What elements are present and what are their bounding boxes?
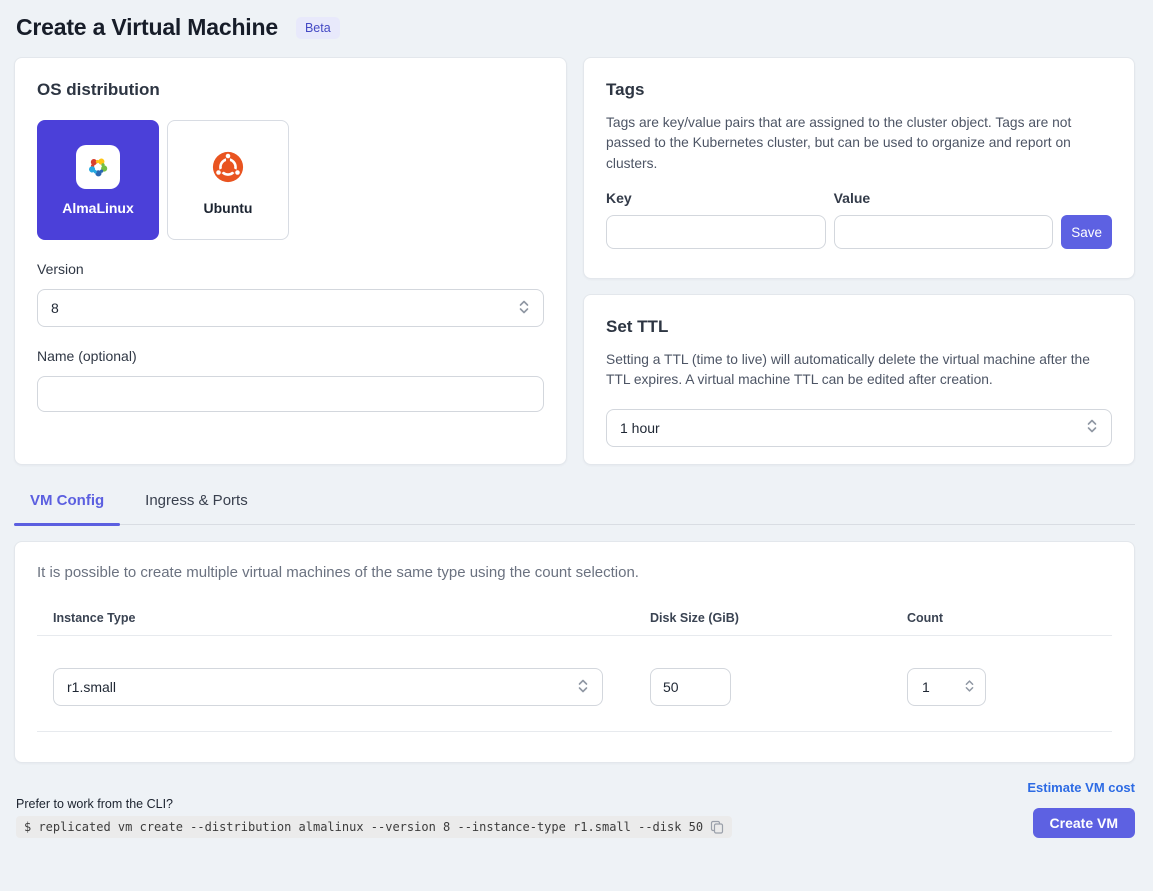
table-header-divider: [37, 635, 1112, 636]
tags-card: Tags Tags are key/value pairs that are a…: [583, 57, 1135, 279]
tags-input-row: Key Value Save: [606, 190, 1112, 249]
chevron-updown-icon: [577, 677, 589, 698]
version-label: Version: [37, 261, 544, 277]
os-tile-label: Ubuntu: [204, 200, 253, 216]
table-bottom-divider: [37, 731, 1112, 732]
top-cards-grid: OS distribution AlmaLinux: [14, 57, 1135, 465]
chevron-updown-icon: [518, 298, 530, 319]
tag-value-label: Value: [834, 190, 1054, 206]
version-select[interactable]: 8: [37, 289, 544, 327]
cli-command-text: $ replicated vm create --distribution al…: [24, 820, 703, 834]
disk-size-input[interactable]: [650, 668, 731, 706]
instance-type-select[interactable]: r1.small: [53, 668, 603, 706]
ttl-select-value: 1 hour: [620, 420, 660, 436]
chevron-updown-icon: [964, 678, 975, 697]
tags-card-title: Tags: [606, 80, 1112, 100]
config-tabs: VM Config Ingress & Ports: [14, 492, 1135, 525]
save-tag-button[interactable]: Save: [1061, 215, 1112, 249]
ttl-select[interactable]: 1 hour: [606, 409, 1112, 447]
os-card-title: OS distribution: [37, 80, 544, 100]
cli-section: Prefer to work from the CLI? $ replicate…: [16, 780, 732, 838]
column-header-instance-type: Instance Type: [37, 611, 634, 625]
os-tiles: AlmaLinux: [37, 120, 544, 240]
os-tile-label: AlmaLinux: [62, 200, 134, 216]
version-select-value: 8: [51, 300, 59, 316]
os-tile-ubuntu[interactable]: Ubuntu: [167, 120, 289, 240]
column-header-disk-size: Disk Size (GiB): [634, 611, 891, 625]
chevron-updown-icon: [1086, 417, 1098, 438]
tag-key-field-group: Key: [606, 190, 826, 249]
almalinux-logo-icon: [76, 145, 120, 189]
ubuntu-logo-icon: [212, 145, 244, 189]
page-footer: Prefer to work from the CLI? $ replicate…: [14, 780, 1135, 838]
name-label: Name (optional): [37, 348, 544, 364]
count-value: 1: [922, 679, 930, 695]
cli-command-pill: $ replicated vm create --distribution al…: [16, 816, 732, 838]
tab-vm-config[interactable]: VM Config: [14, 492, 120, 524]
disk-size-cell: [634, 668, 891, 706]
os-tile-almalinux[interactable]: AlmaLinux: [37, 120, 159, 240]
count-cell: 1: [891, 668, 1112, 706]
set-ttl-card: Set TTL Setting a TTL (time to live) wil…: [583, 294, 1135, 465]
page-title: Create a Virtual Machine: [16, 14, 278, 41]
vm-config-note: It is possible to create multiple virtua…: [37, 564, 1112, 581]
ttl-card-title: Set TTL: [606, 317, 1112, 337]
beta-badge: Beta: [296, 17, 340, 39]
tag-key-label: Key: [606, 190, 826, 206]
page-header: Create a Virtual Machine Beta: [14, 14, 1135, 41]
tags-card-description: Tags are key/value pairs that are assign…: [606, 113, 1112, 174]
cli-prompt-text: Prefer to work from the CLI?: [16, 797, 732, 811]
vm-config-card: It is possible to create multiple virtua…: [14, 541, 1135, 763]
name-input[interactable]: [37, 376, 544, 412]
tag-key-input[interactable]: [606, 215, 826, 249]
copy-icon[interactable]: [710, 820, 724, 834]
tag-value-input[interactable]: [834, 215, 1054, 249]
right-column: Tags Tags are key/value pairs that are a…: [583, 57, 1135, 465]
instance-type-cell: r1.small: [37, 668, 634, 706]
os-distribution-card: OS distribution AlmaLinux: [14, 57, 567, 465]
ttl-card-description: Setting a TTL (time to live) will automa…: [606, 350, 1112, 391]
vm-table-row: r1.small 1: [37, 668, 1112, 706]
create-vm-button[interactable]: Create VM: [1033, 808, 1135, 838]
tag-value-field-group: Value: [834, 190, 1054, 249]
column-header-count: Count: [891, 611, 1112, 625]
count-stepper[interactable]: 1: [907, 668, 986, 706]
vm-table-header: Instance Type Disk Size (GiB) Count: [37, 611, 1112, 625]
tab-ingress-ports[interactable]: Ingress & Ports: [129, 492, 264, 524]
actions-section: Estimate VM cost Create VM: [1027, 780, 1135, 838]
instance-type-value: r1.small: [67, 679, 116, 695]
create-vm-page: Create a Virtual Machine Beta OS distrib…: [0, 0, 1153, 838]
estimate-vm-cost-link[interactable]: Estimate VM cost: [1027, 780, 1135, 795]
